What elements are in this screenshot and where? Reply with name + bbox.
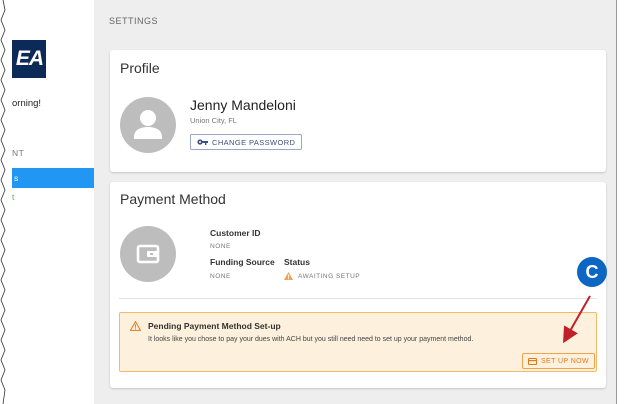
- wallet-icon: [120, 226, 176, 282]
- status-value: AWAITING SETUP: [284, 272, 360, 280]
- status-text: AWAITING SETUP: [298, 272, 361, 280]
- payment-method-card: Payment Method Customer ID NONE Funding …: [110, 182, 606, 388]
- key-icon: [197, 139, 208, 145]
- credit-card-icon: [527, 357, 537, 365]
- payment-card-title: Payment Method: [120, 191, 226, 207]
- logo[interactable]: EA: [12, 40, 46, 78]
- profile-name: Jenny Mandeloni: [190, 97, 296, 113]
- change-password-button[interactable]: CHANGE PASSWORD: [190, 134, 303, 150]
- logo-text: EA: [15, 47, 44, 70]
- funding-source-label: Funding Source: [210, 257, 275, 267]
- pending-setup-alert: Pending Payment Method Set-up It looks l…: [119, 312, 597, 372]
- sidebar-section-label: NT: [12, 148, 25, 158]
- screenshot-frame: EA orning! NT s t SETTINGS Profile Jenny…: [0, 0, 624, 404]
- customer-id-value: NONE: [210, 243, 231, 250]
- set-up-now-label: SET UP NOW: [540, 357, 590, 365]
- funding-source-value: NONE: [210, 273, 231, 280]
- change-password-label: CHANGE PASSWORD: [212, 137, 296, 147]
- callout-marker: C: [577, 257, 607, 287]
- profile-card: Profile Jenny Mandeloni Union City, FL C…: [110, 50, 606, 172]
- set-up-now-button[interactable]: SET UP NOW: [522, 353, 595, 369]
- status-label: Status: [284, 257, 310, 267]
- warning-icon: [130, 321, 141, 331]
- alert-text: It looks like you chose to pay your dues…: [148, 336, 474, 343]
- sidebar-item[interactable]: t: [12, 192, 14, 202]
- main-content: SETTINGS Profile Jenny Mandeloni Union C…: [94, 0, 616, 404]
- profile-card-title: Profile: [120, 60, 160, 76]
- profile-location: Union City, FL: [190, 116, 237, 125]
- divider: [119, 298, 597, 299]
- sidebar-item-active[interactable]: s: [12, 168, 94, 188]
- greeting: orning!: [12, 98, 42, 109]
- person-icon: [120, 97, 176, 153]
- alert-title: Pending Payment Method Set-up: [148, 321, 281, 331]
- right-frame-edge: [616, 0, 624, 404]
- warning-icon: [284, 272, 293, 280]
- page-title: SETTINGS: [109, 16, 159, 26]
- sidebar: EA orning! NT s t: [6, 0, 94, 404]
- callout-marker-label: C: [585, 261, 599, 282]
- customer-id-label: Customer ID: [210, 228, 261, 238]
